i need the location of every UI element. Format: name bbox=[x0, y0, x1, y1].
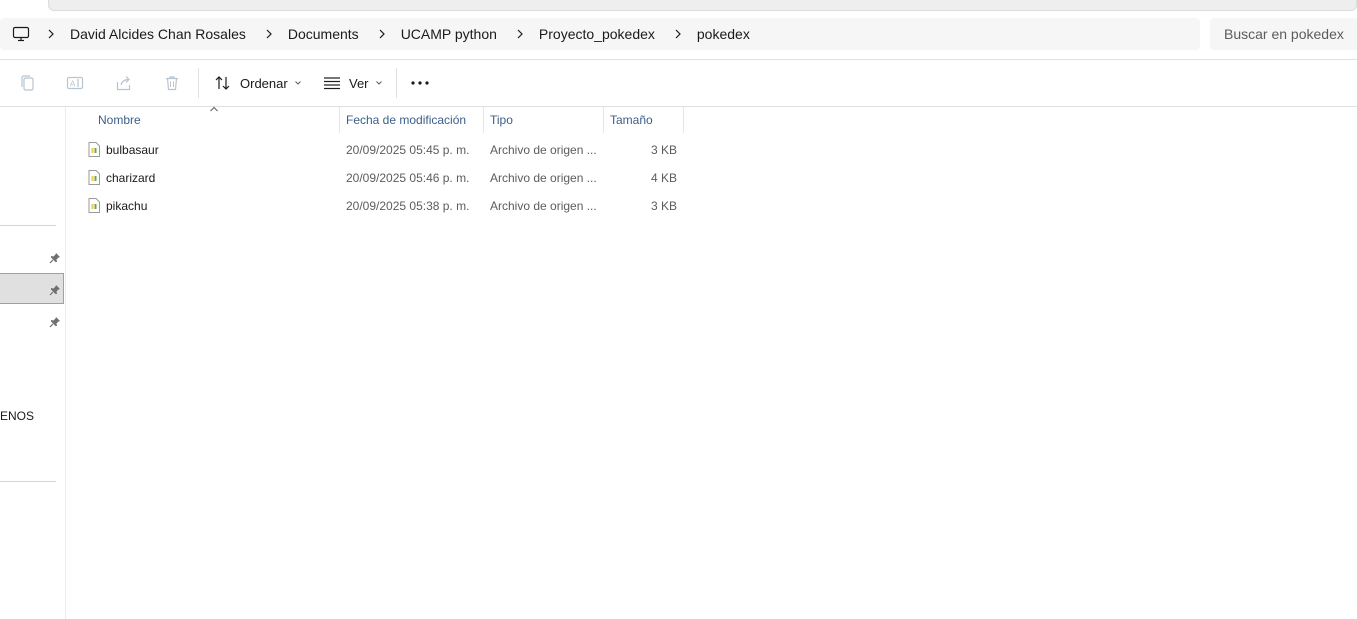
command-bar: A Ordenar Ver bbox=[0, 60, 1357, 106]
column-header-label: Tipo bbox=[490, 113, 513, 127]
python-file-icon bbox=[88, 198, 100, 213]
pin-icon[interactable] bbox=[49, 283, 61, 296]
sort-icon bbox=[215, 76, 230, 90]
file-name: pikachu bbox=[106, 199, 148, 213]
file-size: 4 KB bbox=[650, 171, 677, 185]
file-row[interactable]: bulbasaur 20/09/2025 05:45 p. m. Archivo… bbox=[67, 136, 687, 164]
file-type: Archivo de origen ... bbox=[490, 171, 597, 185]
file-name: charizard bbox=[106, 171, 156, 185]
active-tab-edge[interactable] bbox=[48, 0, 1357, 11]
toolbar-divider bbox=[396, 68, 397, 98]
file-size: 3 KB bbox=[650, 199, 677, 213]
more-options-button[interactable] bbox=[408, 74, 432, 92]
copy-icon[interactable] bbox=[19, 74, 37, 92]
chevron-down-icon bbox=[294, 81, 301, 85]
sort-button[interactable]: Ordenar bbox=[214, 71, 302, 95]
nav-divider bbox=[0, 481, 56, 482]
file-modified: 20/09/2025 05:46 p. m. bbox=[346, 171, 470, 185]
breadcrumb-item-user[interactable]: David Alcides Chan Rosales bbox=[66, 26, 250, 42]
chevron-right-icon[interactable] bbox=[262, 27, 276, 41]
view-label: Ver bbox=[349, 75, 369, 91]
ellipsis-icon bbox=[411, 81, 429, 85]
view-list-icon bbox=[324, 77, 340, 90]
column-header-label: Nombre bbox=[98, 113, 141, 127]
chevron-right-icon[interactable] bbox=[513, 27, 527, 41]
file-name: bulbasaur bbox=[106, 143, 159, 157]
breadcrumb-item-pokedex[interactable]: pokedex bbox=[693, 26, 754, 42]
breadcrumb-item-documents[interactable]: Documents bbox=[284, 26, 363, 42]
search-input[interactable]: Buscar en pokedex bbox=[1210, 18, 1357, 50]
view-button[interactable]: Ver bbox=[323, 71, 383, 95]
column-header-modified[interactable]: Fecha de modificación bbox=[340, 107, 484, 133]
tab-strip bbox=[0, 0, 1357, 11]
file-modified: 20/09/2025 05:45 p. m. bbox=[346, 143, 470, 157]
column-header-type[interactable]: Tipo bbox=[484, 107, 604, 133]
file-type: Archivo de origen ... bbox=[490, 143, 597, 157]
this-pc-icon[interactable] bbox=[12, 26, 30, 42]
file-list[interactable]: Nombre Fecha de modificación Tipo Tamaño… bbox=[67, 106, 1357, 619]
breadcrumb-item-ucamp-python[interactable]: UCAMP python bbox=[397, 26, 501, 42]
python-file-icon bbox=[88, 142, 100, 157]
svg-text:A: A bbox=[70, 80, 76, 89]
file-modified: 20/09/2025 05:38 p. m. bbox=[346, 199, 470, 213]
chevron-right-icon[interactable] bbox=[375, 27, 389, 41]
toolbar-divider bbox=[198, 68, 199, 98]
column-header-name[interactable]: Nombre bbox=[92, 107, 340, 133]
pin-icon[interactable] bbox=[49, 251, 61, 264]
chevron-right-icon[interactable] bbox=[671, 27, 685, 41]
file-type: Archivo de origen ... bbox=[490, 199, 597, 213]
search-placeholder: Buscar en pokedex bbox=[1224, 26, 1344, 42]
file-size: 3 KB bbox=[650, 143, 677, 157]
address-bar[interactable]: David Alcides Chan Rosales Documents UCA… bbox=[0, 18, 1200, 50]
pin-icon[interactable] bbox=[49, 315, 61, 328]
chevron-right-icon[interactable] bbox=[44, 27, 58, 41]
column-header-label: Tamaño bbox=[610, 113, 653, 127]
breadcrumb: David Alcides Chan Rosales Documents UCA… bbox=[44, 18, 766, 50]
column-divider[interactable] bbox=[683, 107, 684, 133]
rename-icon[interactable]: A bbox=[66, 74, 84, 92]
python-file-icon bbox=[88, 170, 100, 185]
share-icon[interactable] bbox=[115, 74, 133, 92]
nav-item-label[interactable]: ENOS bbox=[0, 409, 34, 423]
file-row[interactable]: pikachu 20/09/2025 05:38 p. m. Archivo d… bbox=[67, 192, 687, 220]
address-row: David Alcides Chan Rosales Documents UCA… bbox=[0, 11, 1357, 59]
navigation-pane[interactable]: ENOS bbox=[0, 107, 66, 619]
column-header-size[interactable]: Tamaño bbox=[604, 107, 684, 133]
chevron-down-icon bbox=[375, 81, 382, 85]
sort-label: Ordenar bbox=[240, 75, 288, 91]
breadcrumb-item-proyecto-pokedex[interactable]: Proyecto_pokedex bbox=[535, 26, 659, 42]
file-row[interactable]: charizard 20/09/2025 05:46 p. m. Archivo… bbox=[67, 164, 687, 192]
trash-icon[interactable] bbox=[163, 74, 181, 92]
nav-divider bbox=[0, 225, 56, 226]
column-header-label: Fecha de modificación bbox=[346, 113, 467, 127]
